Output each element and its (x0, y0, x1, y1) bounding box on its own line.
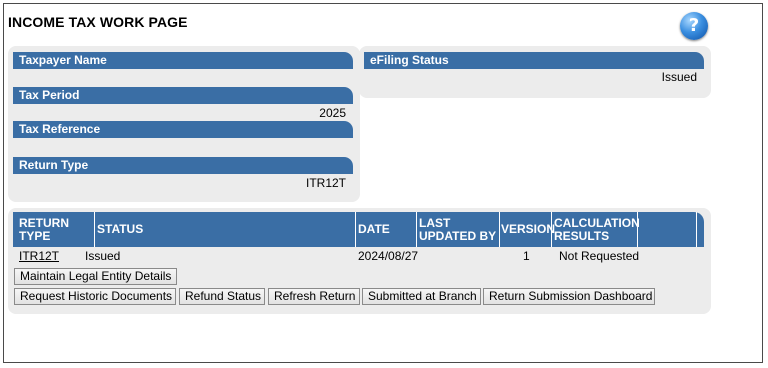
return-type-value: ITR12T (305, 176, 346, 190)
table-row: ITR12T Issued 2024/08/27 1 Not Requested (13, 248, 704, 265)
tax-period-header: Tax Period (13, 87, 353, 104)
maintain-legal-entity-button[interactable]: Maintain Legal Entity Details (14, 268, 177, 285)
efiling-status-value: Issued (661, 70, 697, 84)
col-header-date: DATE (358, 222, 390, 236)
returns-table-header: RETURN TYPE STATUS DATE LAST UPDATED BY VE… (13, 212, 704, 247)
return-type-link[interactable]: ITR12T (19, 248, 59, 265)
taxpayer-name-header: Taxpayer Name (13, 52, 353, 69)
request-historic-documents-button[interactable]: Request Historic Documents (14, 288, 176, 305)
row-version: 1 (523, 249, 530, 263)
col-header-last-updated-by: LAST UPDATED BY (419, 215, 497, 243)
submitted-at-branch-button[interactable]: Submitted at Branch (362, 288, 481, 305)
row-calculation-results: Not Requested (559, 249, 640, 263)
col-header-version: VERSION (501, 222, 556, 236)
col-header-calculation-results: CALCULATION RESULTS (554, 215, 640, 243)
question-circle-icon[interactable]: ? (680, 12, 708, 40)
refund-status-button[interactable]: Refund Status (179, 288, 265, 305)
col-header-status: STATUS (97, 222, 144, 236)
col-header-return-type: RETURN TYPE (19, 215, 69, 243)
refresh-return-button[interactable]: Refresh Return (268, 288, 360, 305)
row-date: 2024/08/27 (358, 249, 419, 263)
return-type-header: Return Type (13, 157, 353, 174)
tax-reference-header: Tax Reference (13, 121, 353, 138)
return-submission-dashboard-button[interactable]: Return Submission Dashboard (483, 288, 655, 305)
page-title: INCOME TAX WORK PAGE (8, 14, 188, 30)
efiling-status-header: eFiling Status (364, 52, 704, 69)
row-status: Issued (85, 249, 121, 263)
tax-period-value: 2025 (319, 106, 346, 120)
